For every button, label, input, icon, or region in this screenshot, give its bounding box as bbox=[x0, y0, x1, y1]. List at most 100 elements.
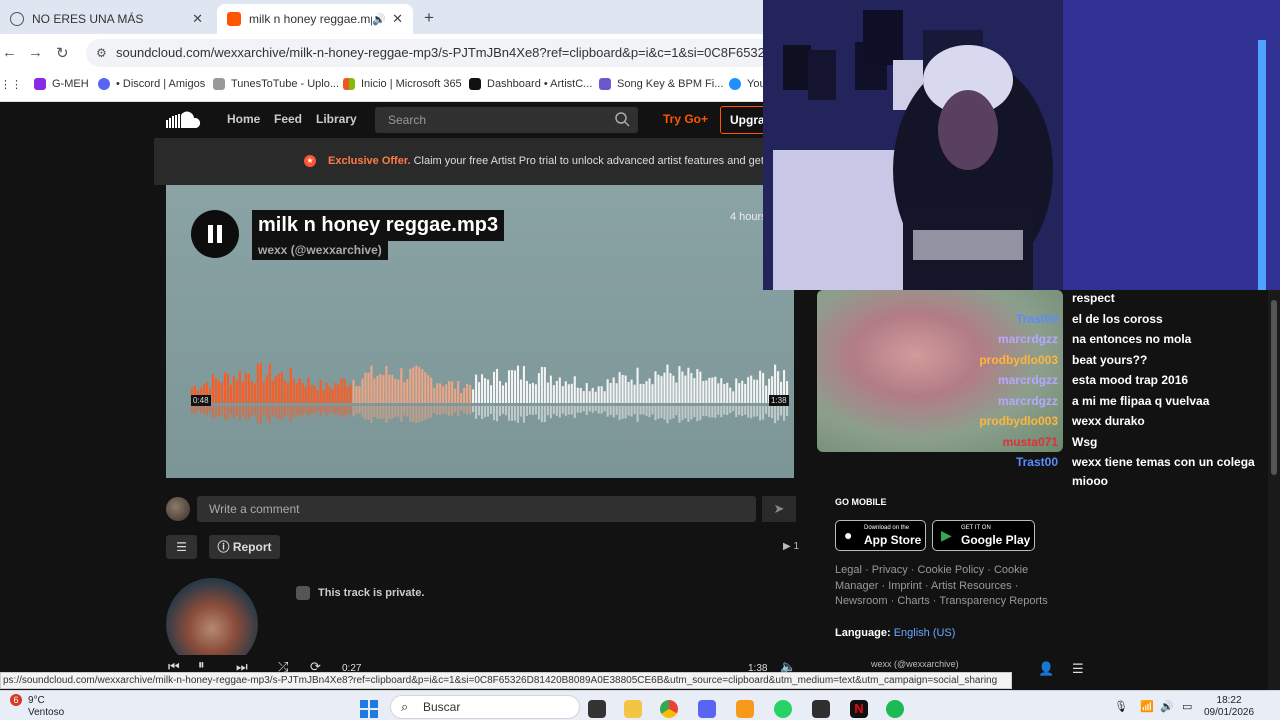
waveform-reflection-bar bbox=[657, 406, 660, 419]
footer-links[interactable]: Legal · Privacy · Cookie Policy · Cookie… bbox=[835, 563, 1065, 610]
waveform-bar bbox=[313, 385, 316, 403]
waveform-reflection-bar bbox=[648, 406, 651, 418]
task-view-icon[interactable] bbox=[588, 700, 606, 718]
bookmark-item[interactable]: TunesToTube - Uplo... bbox=[213, 78, 339, 90]
fl-studio-icon[interactable] bbox=[736, 700, 754, 718]
waveform-bar bbox=[537, 373, 540, 403]
chat-username[interactable]: musta071 bbox=[1003, 435, 1058, 449]
bookmark-item[interactable]: • Discord | Amigos bbox=[98, 78, 205, 90]
close-tab-icon[interactable]: ✕ bbox=[392, 11, 403, 27]
waveform-reflection-bar bbox=[430, 406, 433, 418]
spotify-icon[interactable] bbox=[886, 700, 904, 718]
speaker-icon[interactable]: 🔊 bbox=[372, 13, 386, 26]
waveform-bar bbox=[600, 386, 603, 403]
chat-username[interactable]: marcrdgzz bbox=[998, 394, 1058, 408]
bookmark-item[interactable]: G-MEH bbox=[34, 78, 89, 90]
mic-icon[interactable]: 🎙 bbox=[1114, 700, 1128, 713]
queue-button[interactable]: ☰ bbox=[166, 535, 197, 559]
wifi-icon[interactable]: 📶 bbox=[1140, 700, 1154, 713]
waveform-bar bbox=[442, 386, 445, 403]
chat-username[interactable]: marcrdgzz bbox=[998, 332, 1058, 346]
waveform[interactable] bbox=[191, 345, 789, 435]
waveform-reflection-bar bbox=[639, 406, 642, 415]
forward-arrow-icon[interactable]: → bbox=[28, 44, 43, 61]
waveform-bar bbox=[546, 382, 549, 403]
track-artist[interactable]: wexx (@wexxarchive) bbox=[252, 240, 388, 260]
search-input[interactable]: Search bbox=[375, 107, 638, 133]
discord-icon[interactable] bbox=[698, 700, 716, 718]
mini-pause-icon[interactable]: ⏸ bbox=[198, 657, 205, 673]
new-tab-button[interactable]: + bbox=[424, 8, 434, 28]
app-store-button[interactable]: ● Download on the App Store bbox=[835, 520, 926, 551]
mini-player-artist[interactable]: wexx (@wexxarchive) bbox=[871, 659, 959, 669]
whatsapp-icon[interactable] bbox=[774, 700, 792, 718]
clock[interactable]: 18:22 09/01/2026 bbox=[1204, 695, 1254, 719]
waveform-bar bbox=[325, 382, 328, 403]
waveform-bar bbox=[385, 366, 388, 403]
waveform-bar bbox=[337, 384, 340, 403]
app-icon[interactable] bbox=[812, 700, 830, 718]
offer-text: Exclusive Offer. Claim your free Artist … bbox=[328, 155, 786, 167]
chat-username[interactable]: prodbydlo003 bbox=[979, 414, 1058, 428]
lock-icon bbox=[296, 586, 310, 600]
apple-icon: ● bbox=[844, 527, 853, 543]
nav-home[interactable]: Home bbox=[227, 112, 260, 126]
waveform-bar bbox=[630, 379, 633, 403]
chat-text: Wsg bbox=[1072, 434, 1098, 449]
bookmark-item[interactable]: Inicio | Microsoft 365 bbox=[343, 78, 462, 90]
exclusive-offer-banner[interactable]: ★ Exclusive Offer. Claim your free Artis… bbox=[154, 138, 794, 185]
soundcloud-logo-icon[interactable] bbox=[166, 111, 202, 129]
browser-tab-active[interactable]: milk n honey reggae.mp3 b 🔊 ✕ bbox=[217, 4, 413, 34]
back-arrow-icon[interactable]: ← bbox=[2, 44, 17, 61]
bookmark-item[interactable]: Dashboard • ArtistC... bbox=[469, 78, 592, 90]
search-icon[interactable] bbox=[614, 111, 630, 127]
site-info-icon[interactable]: ⚙ bbox=[96, 39, 107, 67]
browser-tab-inactive[interactable]: NO ERES UNA MÁS ✕ bbox=[0, 4, 213, 34]
waveform-reflection-bar bbox=[510, 406, 514, 421]
waveform-reflection-bar bbox=[591, 406, 594, 413]
bookmark-item[interactable]: You bbox=[729, 78, 766, 90]
try-go-plus-link[interactable]: Try Go+ bbox=[663, 112, 708, 126]
waveform-reflection-bar bbox=[223, 406, 226, 420]
battery-icon[interactable]: ▭ bbox=[1182, 700, 1192, 713]
waveform-reflection-bar bbox=[495, 406, 499, 422]
language-selector[interactable]: Language: English (US) bbox=[835, 627, 955, 639]
nav-feed[interactable]: Feed bbox=[274, 112, 302, 126]
waveform-reflection-bar bbox=[388, 406, 391, 419]
waveform-bar bbox=[525, 380, 528, 403]
url-field[interactable]: ⚙ soundcloud.com/wexxarchive/milk-n-hone… bbox=[86, 39, 786, 67]
comment-input[interactable]: Write a comment bbox=[197, 496, 756, 522]
chrome-icon[interactable] bbox=[660, 700, 678, 718]
close-tab-icon[interactable]: ✕ bbox=[192, 11, 203, 27]
waveform-reflection-bar bbox=[346, 406, 349, 414]
report-button[interactable]: ⓘ Report bbox=[209, 535, 280, 559]
waveform-bar bbox=[579, 388, 582, 403]
waveform-bar bbox=[633, 384, 636, 403]
queue-list-icon[interactable]: ☰ bbox=[1072, 661, 1084, 677]
weather-widget[interactable]: 6 9°C Ventoso bbox=[10, 694, 64, 719]
bookmark-item[interactable]: Song Key & BPM Fi... bbox=[599, 78, 723, 90]
waveform-reflection-bar bbox=[546, 406, 549, 416]
file-explorer-icon[interactable] bbox=[624, 700, 642, 718]
chat-scrollbar-thumb[interactable] bbox=[1271, 300, 1277, 475]
windows-taskbar: 6 9°C Ventoso ⌕ Buscar N 🎙 📶 🔊 ▭ 18:22 09… bbox=[0, 690, 1280, 720]
user-avatar[interactable] bbox=[166, 497, 190, 521]
nav-library[interactable]: Library bbox=[316, 112, 357, 126]
follow-user-icon[interactable]: 👤 bbox=[1038, 661, 1054, 677]
google-play-button[interactable]: ▶ GET IT ON Google Play bbox=[932, 520, 1035, 551]
windows-start-icon[interactable] bbox=[360, 700, 378, 718]
chat-text: wexx durako bbox=[1072, 414, 1145, 428]
waveform-reflection-bar bbox=[672, 406, 675, 419]
search-icon: ⌕ bbox=[401, 699, 409, 714]
taskbar-search-input[interactable]: ⌕ Buscar bbox=[390, 695, 580, 719]
send-comment-icon[interactable]: ➤ bbox=[762, 496, 796, 522]
apps-grid-icon[interactable]: ⋮⋮ bbox=[0, 78, 22, 91]
pause-button[interactable] bbox=[191, 210, 239, 258]
chat-username[interactable]: marcrdgzz bbox=[998, 373, 1058, 387]
chat-username[interactable]: Trast00 bbox=[1016, 455, 1058, 469]
netflix-icon[interactable]: N bbox=[850, 700, 868, 718]
chat-username[interactable]: Trast00 bbox=[1016, 312, 1058, 326]
chat-username[interactable]: prodbydlo003 bbox=[979, 353, 1058, 367]
reload-icon[interactable]: ↻ bbox=[56, 44, 69, 62]
volume-tray-icon[interactable]: 🔊 bbox=[1160, 700, 1174, 713]
